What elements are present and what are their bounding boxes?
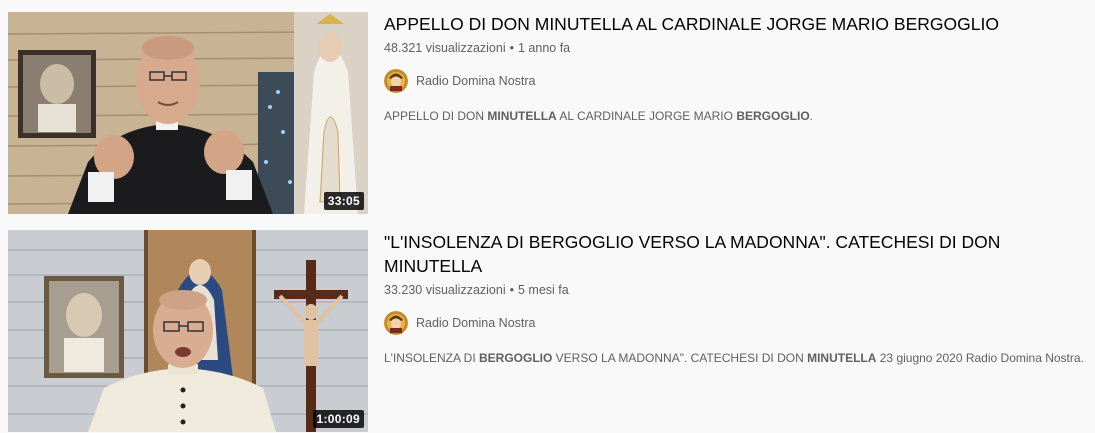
view-count: 48.321 visualizzazioni xyxy=(384,41,506,55)
meta-separator: • xyxy=(509,41,514,55)
description-text: L'INSOLENZA DI xyxy=(384,351,479,365)
channel-name[interactable]: Radio Domina Nostra xyxy=(416,316,536,330)
video-description: APPELLO DI DON MINUTELLA AL CARDINALE JO… xyxy=(384,107,1094,125)
description-keyword: MINUTELLA xyxy=(487,109,557,123)
video-thumbnail[interactable]: 1:00:09 xyxy=(8,230,368,432)
description-text: . xyxy=(809,109,813,123)
description-text: APPELLO DI DON xyxy=(384,109,488,123)
thumbnail-image xyxy=(8,230,368,432)
description-keyword: BERGOGLIO xyxy=(479,351,553,365)
video-result[interactable]: 1:00:09 "L'INSOLENZA DI BERGOGLIO VERSO … xyxy=(8,230,1095,432)
video-thumbnail[interactable]: 33:05 xyxy=(8,12,368,214)
video-meta: 48.321 visualizzazioni • 1 anno fa xyxy=(384,39,1094,57)
video-info: "L'INSOLENZA DI BERGOGLIO VERSO LA MADON… xyxy=(384,230,1094,367)
upload-age: 5 mesi fa xyxy=(518,283,569,297)
description-text: AL CARDINALE JORGE MARIO xyxy=(556,109,737,123)
description-keyword: MINUTELLA xyxy=(807,351,877,365)
description-keyword: BERGOGLIO xyxy=(736,109,810,123)
video-meta: 33.230 visualizzazioni • 5 mesi fa xyxy=(384,281,1094,299)
video-duration: 33:05 xyxy=(323,192,364,210)
channel-link[interactable]: Radio Domina Nostra xyxy=(384,69,1094,93)
channel-avatar[interactable] xyxy=(384,311,408,335)
description-text: VERSO LA MADONNA". CATECHESI DI DON xyxy=(552,351,808,365)
video-result[interactable]: 33:05 APPELLO DI DON MINUTELLA AL CARDIN… xyxy=(8,12,1095,214)
channel-link[interactable]: Radio Domina Nostra xyxy=(384,311,1094,335)
description-text: 23 giugno 2020 Radio Domina Nostra. xyxy=(876,351,1084,365)
view-count: 33.230 visualizzazioni xyxy=(384,283,506,297)
video-title[interactable]: "L'INSOLENZA DI BERGOGLIO VERSO LA MADON… xyxy=(384,230,1094,278)
thumbnail-image xyxy=(8,12,368,214)
video-title[interactable]: APPELLO DI DON MINUTELLA AL CARDINALE JO… xyxy=(384,12,1094,36)
video-duration: 1:00:09 xyxy=(312,410,364,428)
upload-age: 1 anno fa xyxy=(518,41,571,55)
video-info: APPELLO DI DON MINUTELLA AL CARDINALE JO… xyxy=(384,12,1094,125)
video-description: L'INSOLENZA DI BERGOGLIO VERSO LA MADONN… xyxy=(384,349,1094,367)
avatar-image xyxy=(384,69,408,93)
meta-separator: • xyxy=(509,283,514,297)
channel-avatar[interactable] xyxy=(384,69,408,93)
channel-name[interactable]: Radio Domina Nostra xyxy=(416,74,536,88)
avatar-image xyxy=(384,311,408,335)
